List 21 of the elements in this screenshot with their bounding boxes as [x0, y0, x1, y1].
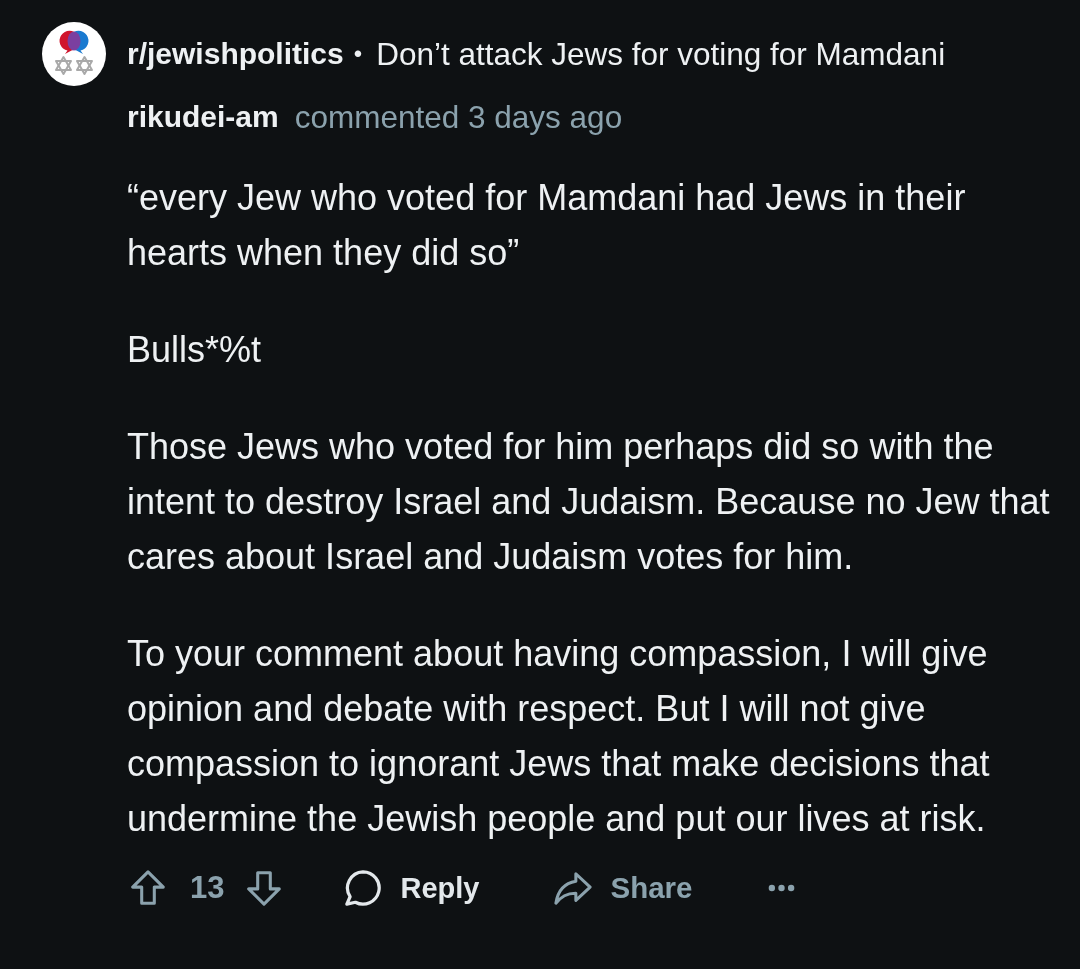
vote-count: 13	[190, 870, 225, 906]
reply-button[interactable]: Reply	[344, 869, 480, 907]
comment-paragraph: “every Jew who voted for Mamdani had Jews in their hearts when they did so”	[127, 176, 967, 275]
comment-paragraph: Those Jews who voted for him perhaps did so with the intent to destroy Israel and Judaism. Because no Jew that cares about Israel and Judaism votes for him.	[127, 425, 1051, 579]
subreddit-avatar-icon	[42, 22, 106, 86]
downvote-icon	[246, 870, 283, 906]
comment-paragraph: To your comment about having compassion, I will give opinion and debate with respect. But I will not give compassion to ignorant Jews that make decisions that undermine the Jewish people and put our lives at risk.	[127, 632, 991, 841]
separator-dot: •	[353, 40, 363, 68]
speech-bubble-icon	[344, 869, 383, 907]
upvote-icon	[130, 870, 166, 906]
share-arrow-icon	[554, 869, 593, 907]
author-name[interactable]: rikudei-am	[127, 100, 279, 134]
subreddit-link[interactable]: r/jewishpolitics	[127, 37, 344, 71]
comment-meta: commented 3 days ago	[294, 98, 623, 136]
share-button[interactable]: Share	[554, 869, 693, 907]
comment-paragraph: Bulls*%t	[127, 328, 263, 372]
more-options-button[interactable]	[768, 884, 796, 892]
post-title[interactable]: Don’t attack Jews for voting for Mamdani	[376, 35, 946, 73]
upvote-button[interactable]	[130, 870, 166, 906]
downvote-button[interactable]	[246, 870, 283, 906]
more-icon	[768, 884, 796, 892]
